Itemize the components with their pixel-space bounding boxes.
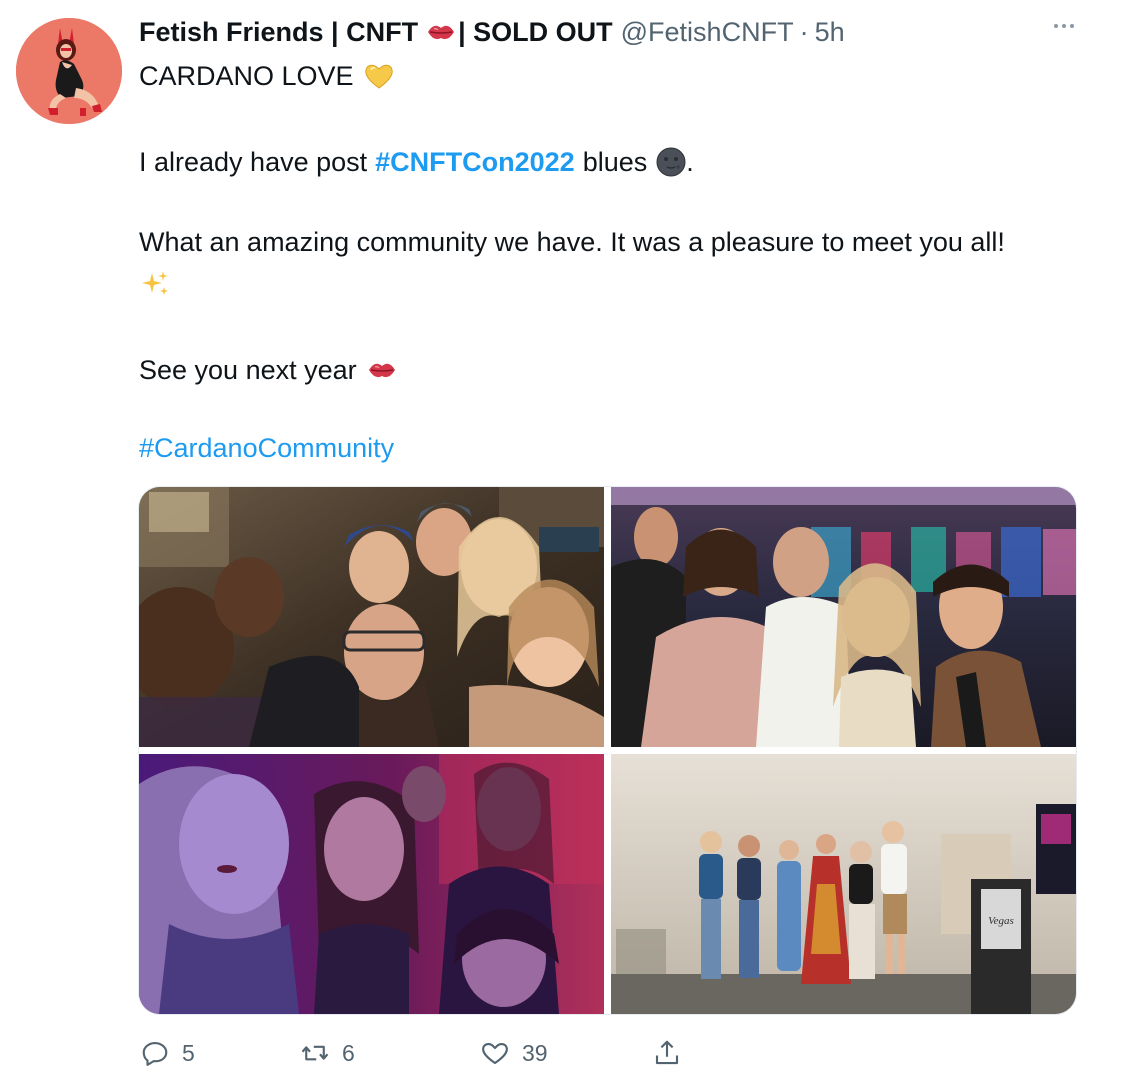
text-period: . — [686, 147, 694, 177]
text-line-5: See you next year — [139, 350, 397, 390]
display-name-text: Fetish Friends | CNFT — [139, 16, 419, 47]
like-count: 39 — [522, 1039, 548, 1066]
display-name[interactable]: Fetish Friends | CNFT | SOLD OUT — [139, 17, 613, 48]
reply-icon[interactable] — [140, 1038, 170, 1068]
text-see-you: See you next year — [139, 355, 357, 385]
text-line-2: I already have post #CNFTCon2022 blues . — [139, 142, 694, 182]
photo-2[interactable] — [611, 487, 1076, 747]
photo-grid: Vegas — [138, 486, 1077, 1015]
text-amazing-community: What an amazing community we have. It wa… — [139, 227, 1005, 257]
new-moon-face-icon — [656, 147, 686, 177]
photo-4[interactable]: Vegas — [611, 754, 1076, 1014]
photo-1[interactable] — [139, 487, 604, 747]
share-icon[interactable] — [652, 1038, 682, 1068]
text-already-have-post: I already have post — [139, 147, 368, 177]
display-name-suffix: | SOLD OUT — [458, 16, 613, 47]
reply-action[interactable]: 5 — [140, 1034, 195, 1072]
share-action[interactable] — [652, 1034, 682, 1072]
sparkles-icon — [142, 271, 168, 295]
retweet-action[interactable]: 6 — [300, 1034, 355, 1072]
text-line-6: #CardanoCommunity — [139, 428, 394, 468]
more-icon[interactable] — [1054, 24, 1074, 28]
hashtag-cnftcon2022[interactable]: #CNFTCon2022 — [375, 142, 575, 182]
photo-4-image: Vegas — [611, 754, 1076, 1014]
avatar-illustration — [16, 18, 122, 124]
text-line-3: What an amazing community we have. It wa… — [139, 222, 1005, 262]
photo-3[interactable] — [139, 754, 604, 1014]
text-blues: blues — [582, 147, 648, 177]
photo-1-image — [139, 487, 604, 747]
podium-vegas-text: Vegas — [988, 915, 1014, 927]
hashtag-cardanocommunity[interactable]: #CardanoCommunity — [139, 428, 394, 468]
heart-icon[interactable] — [480, 1038, 510, 1068]
kiss-mark-icon — [428, 25, 455, 40]
yellow-heart-icon — [364, 64, 393, 89]
timestamp[interactable]: 5h — [815, 17, 845, 48]
text-cardano-love: CARDANO LOVE — [139, 61, 354, 91]
photo-2-image — [611, 487, 1076, 747]
tweet-header: Fetish Friends | CNFT | SOLD OUT @Fetish… — [139, 14, 845, 50]
retweet-count: 6 — [342, 1039, 355, 1066]
reply-count: 5 — [182, 1039, 195, 1066]
kiss-mark-icon — [368, 363, 395, 378]
handle[interactable]: @FetishCNFT — [621, 17, 794, 48]
text-line-4 — [139, 268, 171, 300]
text-line-1: CARDANO LOVE — [139, 56, 394, 96]
like-action[interactable]: 39 — [480, 1034, 548, 1072]
separator-dot: · — [799, 16, 809, 47]
avatar[interactable] — [16, 18, 122, 124]
retweet-icon[interactable] — [300, 1038, 330, 1068]
tweet[interactable]: Fetish Friends | CNFT | SOLD OUT @Fetish… — [0, 0, 1126, 1088]
photo-3-image — [139, 754, 604, 1014]
